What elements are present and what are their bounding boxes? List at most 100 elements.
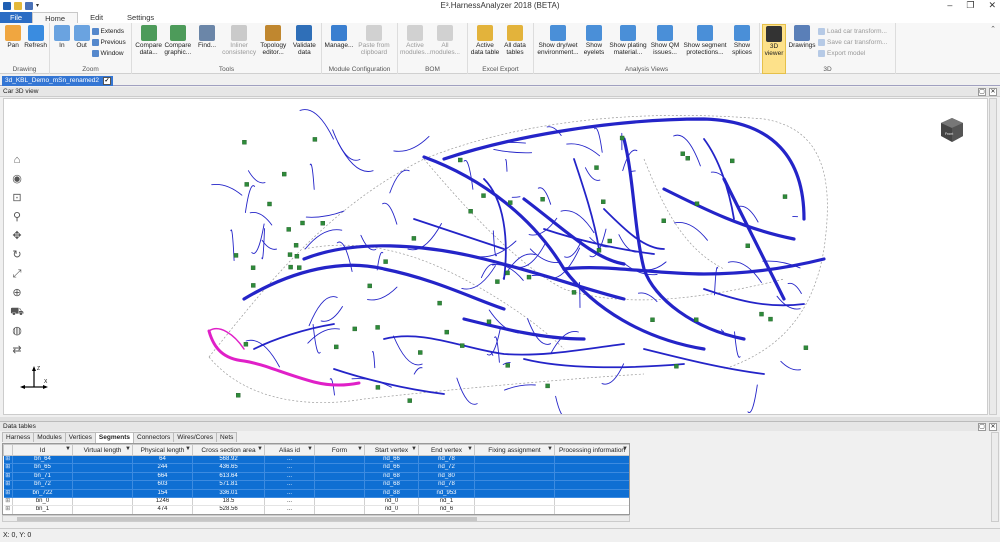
tab-wires-cores[interactable]: Wires/Cores — [173, 432, 218, 442]
swap-icon[interactable]: ⇄ — [10, 343, 24, 357]
table-row[interactable]: ⊞ bn_722 154 336.01... nd_88 nd_953 — [3, 489, 629, 499]
connector[interactable] — [650, 317, 655, 323]
save-car-transform-button[interactable]: Save car transform... — [818, 37, 892, 47]
connector[interactable] — [288, 264, 293, 270]
connector[interactable] — [411, 236, 417, 241]
checkbox-icon[interactable]: ✓ — [102, 77, 111, 85]
connector[interactable] — [242, 140, 247, 145]
table-horizontal-scrollbar[interactable] — [2, 515, 630, 522]
connector[interactable] — [596, 248, 602, 253]
sphere-icon[interactable]: ◍ — [10, 324, 24, 338]
export-model-button[interactable]: Export model — [818, 48, 892, 58]
connector[interactable] — [458, 157, 463, 163]
connector[interactable] — [486, 319, 492, 324]
car-3d-viewer[interactable]: ⌂ ◉ ⊡ ⚲ ✥ ↻ ⤢ ⊕ ⛟ ◍ ⇄ Z X Front — [3, 98, 988, 415]
tab-segments[interactable]: Segments — [94, 432, 134, 443]
connector[interactable] — [287, 252, 293, 257]
connector[interactable] — [437, 300, 442, 306]
close-button[interactable]: ✕ — [988, 0, 996, 11]
connector[interactable] — [730, 158, 735, 164]
table-row[interactable]: ⊞ bn_64 64 568.92... nd_66 nd_78 — [3, 455, 629, 465]
connector[interactable] — [495, 279, 500, 284]
table-row[interactable]: ⊞ bn_1 474 528.56... nd_0 nd_6 — [3, 505, 629, 514]
maximize-button[interactable]: ❐ — [966, 0, 974, 11]
ribbon-collapse-icon[interactable]: ⌃ — [990, 25, 996, 33]
table-row[interactable]: ⊞ bn_0 1246 18.5... nd_0 nd_1 — [3, 497, 629, 507]
connector[interactable] — [460, 343, 465, 348]
connector[interactable] — [383, 259, 388, 264]
column-header-id[interactable]: Id ▼ — [12, 444, 73, 456]
expand-row-icon[interactable]: ⊞ — [3, 463, 13, 473]
home-icon[interactable]: ⌂ — [10, 153, 24, 167]
expand-row-icon[interactable]: ⊞ — [3, 455, 13, 465]
connector[interactable] — [508, 200, 513, 205]
column-header-form[interactable]: Form ▼ — [314, 444, 365, 456]
connector[interactable] — [352, 326, 357, 332]
fit-icon[interactable]: ⤢ — [10, 267, 24, 281]
zoom-previous-button[interactable]: Previous — [91, 37, 130, 47]
pin-icon[interactable]: ▢ — [978, 423, 986, 431]
car-icon[interactable]: ⛟ — [10, 305, 24, 319]
scroll-thumb[interactable] — [17, 517, 477, 521]
filter-icon[interactable]: ▼ — [257, 446, 263, 452]
connector[interactable] — [250, 265, 256, 270]
connector[interactable] — [694, 317, 699, 322]
tab-edit[interactable]: Edit — [78, 12, 115, 23]
rotate-icon[interactable]: ↻ — [10, 248, 24, 262]
connector[interactable] — [594, 165, 599, 170]
tab-connectors[interactable]: Connectors — [133, 432, 175, 442]
connector[interactable] — [233, 253, 239, 258]
zoom-extends-button[interactable]: Extends — [91, 26, 130, 36]
filter-icon[interactable]: ▼ — [185, 446, 191, 452]
connector[interactable] — [674, 364, 679, 369]
connector[interactable] — [685, 156, 690, 161]
harness-3d-model[interactable] — [4, 99, 988, 415]
expand-row-icon[interactable]: ⊞ — [3, 497, 13, 507]
connector[interactable] — [481, 193, 486, 198]
viewer-scrollbar[interactable] — [989, 98, 997, 415]
table-row[interactable]: ⊞ bn_65 244 436.65... nd_66 nd_72 — [3, 463, 629, 473]
connector[interactable] — [293, 243, 299, 248]
connector[interactable] — [282, 171, 287, 177]
connector[interactable] — [407, 398, 412, 403]
connector[interactable] — [300, 220, 305, 226]
connector[interactable] — [601, 199, 606, 204]
connector[interactable] — [607, 238, 612, 244]
connector[interactable] — [545, 383, 550, 389]
connector[interactable] — [768, 316, 773, 322]
filter-icon[interactable]: ▼ — [467, 446, 473, 452]
connector[interactable] — [235, 393, 241, 398]
tab-modules[interactable]: Modules — [33, 432, 66, 442]
connector[interactable] — [505, 363, 510, 368]
panel-close-icon[interactable]: ✕ — [989, 88, 997, 96]
connector[interactable] — [418, 350, 423, 355]
connector[interactable] — [694, 201, 700, 206]
connector[interactable] — [320, 220, 325, 226]
connector[interactable] — [680, 151, 685, 156]
zoom-window-icon[interactable]: ⊡ — [10, 191, 24, 205]
load-car-transform-button[interactable]: Load car transform... — [818, 26, 892, 36]
connector[interactable] — [367, 283, 372, 289]
connector[interactable] — [540, 196, 545, 202]
zoom-window-button[interactable]: Window — [91, 48, 130, 58]
filter-icon[interactable]: ▼ — [125, 446, 131, 452]
filter-icon[interactable]: ▼ — [65, 446, 71, 452]
tab-file[interactable]: File — [0, 12, 33, 23]
zoom-icon[interactable]: ⚲ — [10, 210, 24, 224]
tab-home[interactable]: Home — [32, 12, 79, 23]
filter-icon[interactable]: ▼ — [307, 446, 313, 452]
connector[interactable] — [782, 194, 788, 199]
pan-icon[interactable]: ✥ — [10, 229, 24, 243]
table-row[interactable]: ⊞ bn_72 603 571.81... nd_68 nd_78 — [3, 480, 629, 490]
connector[interactable] — [571, 290, 577, 295]
look-icon[interactable]: ◉ — [10, 172, 24, 186]
orbit-icon[interactable]: ⊕ — [10, 286, 24, 300]
filter-icon[interactable]: ▼ — [411, 446, 417, 452]
view-cube-icon[interactable]: Front — [939, 115, 965, 145]
connector[interactable] — [312, 137, 318, 142]
tab-settings[interactable]: Settings — [115, 12, 166, 23]
connector[interactable] — [803, 345, 809, 350]
filter-icon[interactable]: ▼ — [622, 446, 628, 452]
connector[interactable] — [526, 274, 532, 280]
column-header-start-vertex[interactable]: Start vertex ▼ — [364, 444, 419, 456]
